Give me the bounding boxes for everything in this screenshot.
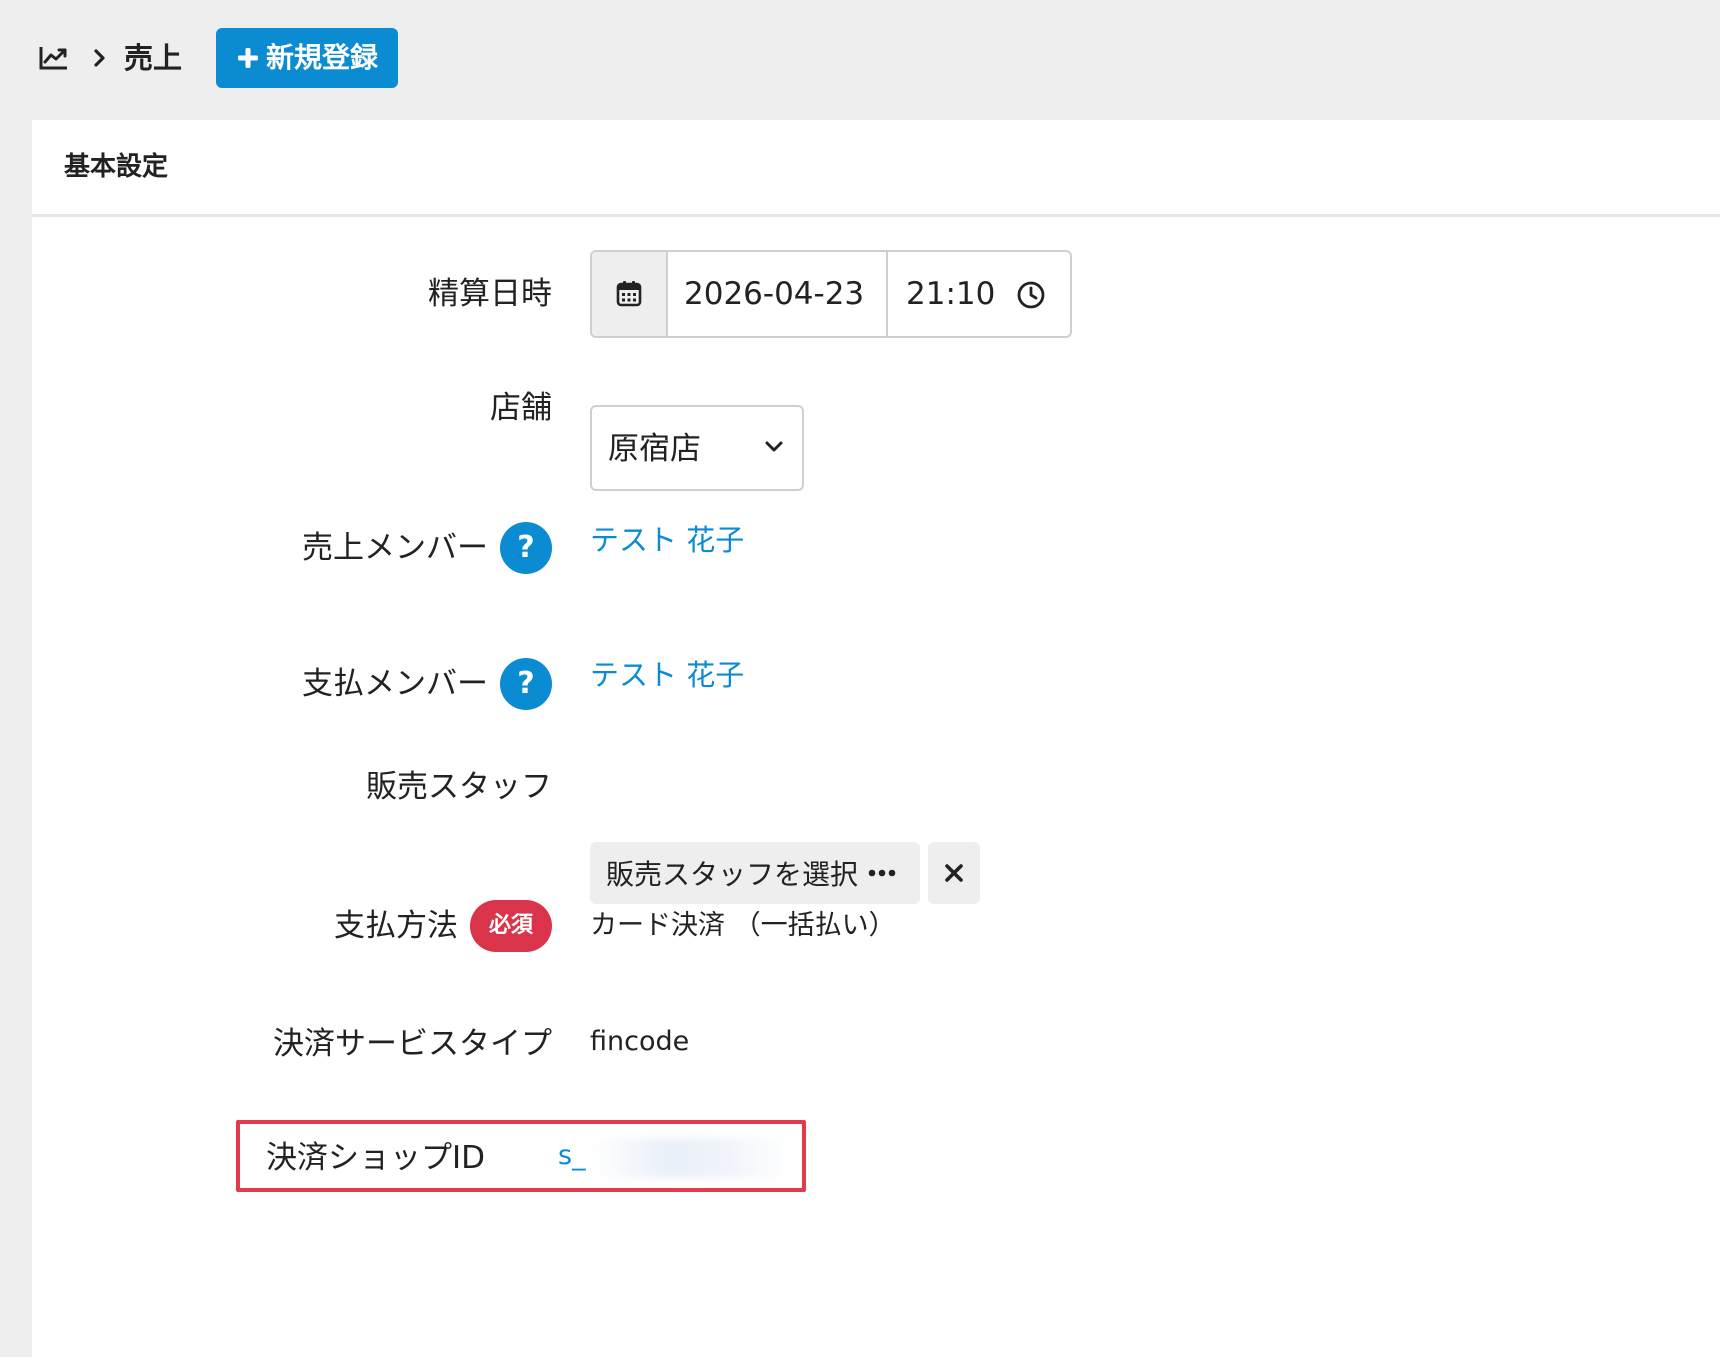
plus-icon [237,48,258,68]
redaction-blur [590,1138,790,1178]
panel-title: 基本設定 [64,152,169,182]
sales-member-link[interactable]: テスト 花子 [590,520,744,560]
clock-icon[interactable] [1016,280,1046,310]
clear-sales-staff-button[interactable] [928,842,980,904]
time-input[interactable]: 21:10 [888,252,1070,336]
sales-member-label: 売上メンバー ? [302,522,552,574]
payment-method-label-text: 支払方法 [334,908,458,944]
top-bar: 売上 新規登録 [0,0,1720,120]
chevron-down-icon [765,441,783,452]
payment-service-type-label: 決済サービスタイプ [273,1022,552,1066]
breadcrumb-current: 売上 [124,41,183,75]
sales-staff-label: 販売スタッフ [366,765,552,809]
select-sales-staff-button[interactable]: 販売スタッフを選択 [590,842,920,904]
settle-datetime-field: 2026-04-23 21:10 [590,250,1072,338]
payment-method-label: 支払方法 必須 [334,900,552,952]
calendar-button[interactable] [592,252,668,336]
payment-service-type-value: fincode [590,1026,690,1057]
settle-datetime-label-text: 精算日時 [428,276,552,312]
date-input[interactable]: 2026-04-23 [668,252,888,336]
store-label-text: 店舗 [490,390,552,426]
help-icon[interactable]: ? [500,522,552,574]
sales-staff-label-text: 販売スタッフ [366,769,552,805]
store-label: 店舗 [490,386,552,430]
store-selected-value: 原宿店 [608,431,701,467]
payment-method-value: カード決済 （一括払い） [590,910,896,941]
chart-line-icon[interactable] [38,44,70,72]
new-register-label: 新規登録 [265,41,378,74]
payment-member-label: 支払メンバー ? [302,658,552,710]
select-sales-staff-label: 販売スタッフを選択 [606,858,859,891]
chevron-right-icon [94,49,105,67]
help-icon[interactable]: ? [500,658,552,710]
panel-header: 基本設定 [32,120,1720,217]
settle-datetime-label: 精算日時 [428,272,552,316]
sales-member-label-text: 売上メンバー [302,530,488,566]
calendar-icon [616,281,642,307]
payment-member-link[interactable]: テスト 花子 [590,655,744,695]
new-register-button[interactable]: 新規登録 [216,28,398,88]
ellipsis-icon [868,869,896,877]
payment-service-type-label-text: 決済サービスタイプ [273,1026,552,1062]
time-value: 21:10 [906,276,996,312]
required-badge: 必須 [470,900,552,952]
payment-member-label-text: 支払メンバー [302,666,488,702]
store-select[interactable]: 原宿店 [590,405,804,491]
payment-shop-id-label: 決済ショップID [266,1140,486,1176]
payment-shop-id-link[interactable]: s_ [558,1136,586,1176]
close-icon [945,864,963,882]
